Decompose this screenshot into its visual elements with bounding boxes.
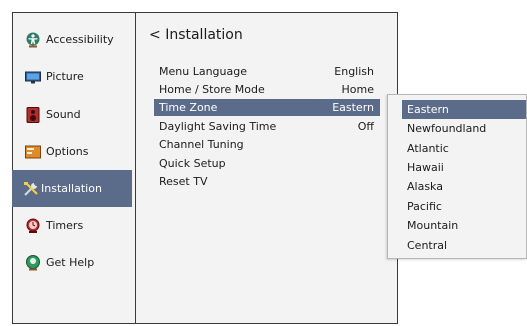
menu-row-value: English (334, 65, 374, 78)
sidebar-item-picture[interactable]: Picture (12, 58, 132, 95)
sidebar-item-options[interactable]: Options (12, 133, 132, 170)
timezone-option-alaska[interactable]: Alaska (402, 177, 526, 196)
accessibility-icon (25, 32, 41, 48)
menu-row-value: Eastern (332, 101, 374, 114)
menu-row-menu-language[interactable]: Menu Language English (154, 63, 380, 80)
menu-row-value: Home (341, 83, 374, 96)
sidebar-item-label: Timers (46, 219, 84, 232)
sidebar-item-label: Sound (46, 108, 81, 121)
menu-row-label: Daylight Saving Time (159, 120, 277, 133)
sidebar-item-get-help[interactable]: Get Help (12, 244, 132, 281)
menu-row-quick-setup[interactable]: Quick Setup (154, 155, 380, 172)
menu-row-reset-tv[interactable]: Reset TV (154, 173, 380, 190)
menu-row-value: Off (357, 120, 374, 133)
menu-row-home-store-mode[interactable]: Home / Store Mode Home (154, 81, 380, 98)
picture-icon (25, 69, 41, 85)
sidebar-item-timers[interactable]: Timers (12, 207, 132, 244)
timezone-option-hawaii[interactable]: Hawaii (402, 158, 526, 177)
sidebar-item-label: Installation (41, 182, 102, 195)
sidebar-item-label: Picture (46, 70, 84, 83)
sidebar-item-accessibility[interactable]: Accessibility (12, 21, 132, 58)
sidebar-item-label: Options (46, 145, 89, 158)
timezone-option-central[interactable]: Central (402, 236, 526, 255)
options-icon (25, 144, 41, 160)
help-icon (25, 254, 41, 271)
sidebar: Accessibility Picture Sound Options Inst… (12, 12, 136, 324)
timezone-option-pacific[interactable]: Pacific (402, 197, 526, 216)
sidebar-item-label: Get Help (46, 256, 95, 269)
timers-icon (25, 218, 41, 234)
back-chevron-icon: < (149, 27, 161, 43)
menu-row-label: Channel Tuning (159, 138, 244, 151)
menu-row-label: Menu Language (159, 65, 247, 78)
menu-row-label: Reset TV (159, 175, 208, 188)
timezone-option-newfoundland[interactable]: Newfoundland (402, 119, 526, 138)
page-title[interactable]: < Installation (149, 27, 243, 43)
sidebar-item-installation[interactable]: Installation (12, 170, 132, 207)
menu-row-label: Home / Store Mode (159, 83, 265, 96)
menu-row-daylight-saving-time[interactable]: Daylight Saving Time Off (154, 118, 380, 135)
sidebar-item-sound[interactable]: Sound (12, 96, 132, 133)
page-title-text: Installation (165, 27, 243, 43)
menu-row-time-zone[interactable]: Time Zone Eastern (154, 99, 380, 116)
sound-icon (25, 106, 41, 123)
menu-row-label: Time Zone (159, 101, 218, 114)
timezone-option-mountain[interactable]: Mountain (402, 216, 526, 235)
menu-row-channel-tuning[interactable]: Channel Tuning (154, 136, 380, 153)
timezone-option-atlantic[interactable]: Atlantic (402, 139, 526, 158)
sidebar-item-label: Accessibility (46, 33, 114, 46)
timezone-option-eastern[interactable]: Eastern (402, 100, 526, 119)
menu-row-label: Quick Setup (159, 157, 226, 170)
installation-icon (23, 181, 41, 197)
timezone-dropdown: Eastern Newfoundland Atlantic Hawaii Ala… (387, 94, 527, 259)
